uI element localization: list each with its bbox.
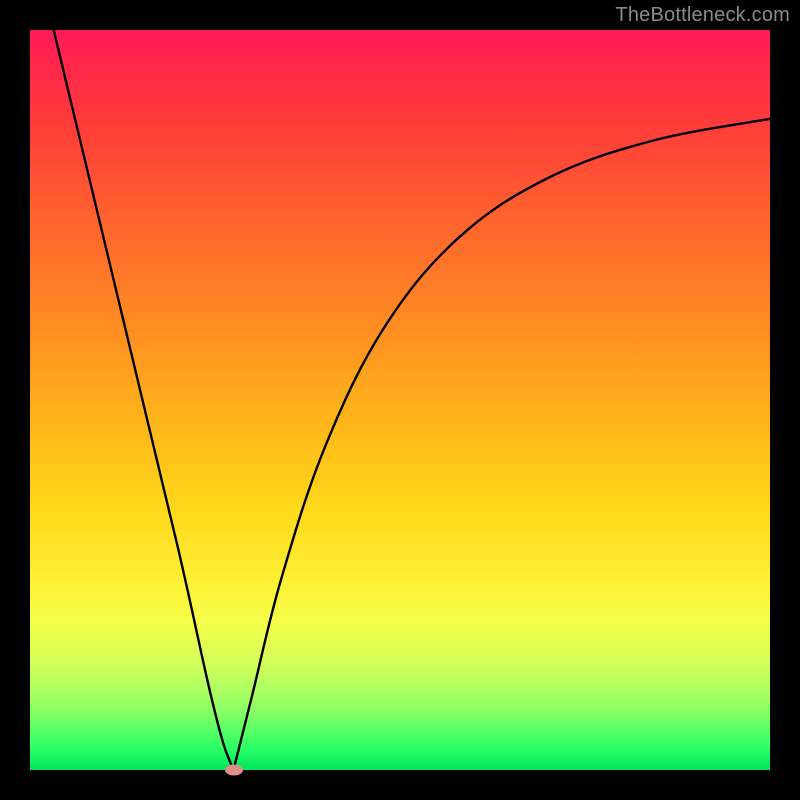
curve-left-branch bbox=[45, 0, 234, 770]
chart-plot-area bbox=[30, 30, 770, 770]
curve-layer bbox=[30, 30, 770, 770]
curve-right-branch bbox=[234, 119, 771, 770]
minimum-marker bbox=[225, 765, 243, 776]
watermark-text: TheBottleneck.com bbox=[615, 4, 790, 27]
chart-frame: TheBottleneck.com bbox=[0, 0, 800, 800]
